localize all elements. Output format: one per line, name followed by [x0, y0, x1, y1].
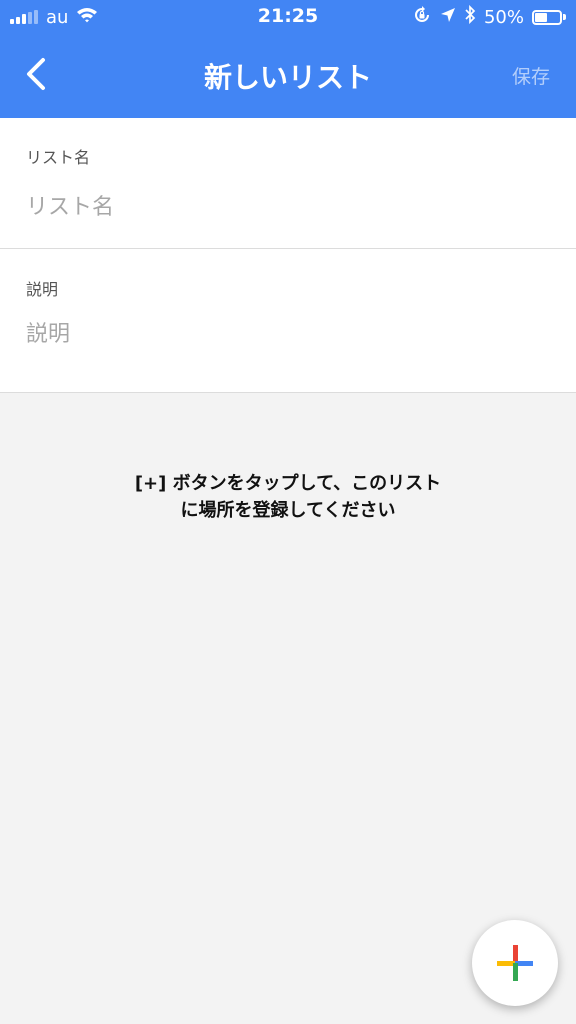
bluetooth-icon	[464, 4, 476, 29]
save-button[interactable]: 保存	[512, 62, 550, 89]
app-bar: 新しいリスト 保存	[0, 34, 576, 118]
status-bar: au 21:25 50%	[0, 0, 576, 34]
description-input[interactable]	[26, 317, 546, 351]
status-bar-right: 50%	[412, 4, 566, 30]
battery-fill	[535, 12, 547, 22]
description-field: 説明	[0, 249, 576, 393]
empty-state-line-2: に場所を登録してください	[180, 500, 396, 521]
list-name-label: リスト名	[26, 148, 91, 167]
battery-icon	[532, 9, 566, 25]
empty-state-line-1: [+] ボタンをタップして、このリスト	[134, 473, 442, 494]
empty-state-message: [+] ボタンをタップして、このリスト に場所を登録してください	[0, 470, 576, 524]
page-title: 新しいリスト	[203, 61, 372, 94]
screen: au 21:25 50% 新しいリスト 保存 リスト名 リスト名 説明 説明 […	[0, 0, 576, 1024]
list-name-input[interactable]	[26, 190, 546, 224]
google-plus-icon	[497, 945, 533, 981]
add-place-button[interactable]	[472, 920, 558, 1006]
orientation-lock-icon	[412, 5, 432, 30]
top-bar: au 21:25 50% 新しいリスト 保存	[0, 0, 576, 118]
description-label: 説明	[26, 280, 59, 299]
battery-percent: 50%	[483, 6, 524, 28]
list-name-field: リスト名	[0, 118, 576, 249]
location-arrow-icon	[440, 7, 456, 28]
